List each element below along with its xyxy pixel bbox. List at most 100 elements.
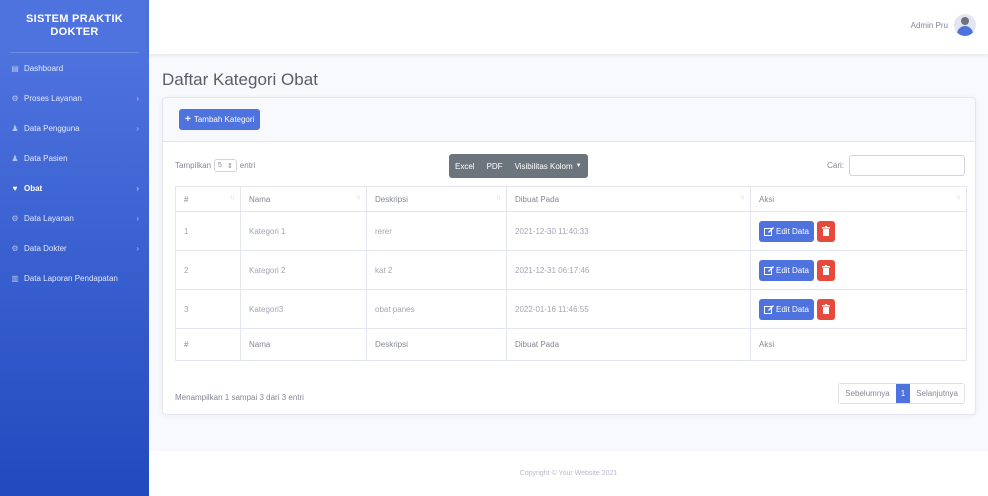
show-entries-prefix: Tampilkan	[175, 161, 212, 170]
sidebar-item-data-laporan-pendapatan[interactable]: ▥ Data Laporan Pendapatan	[0, 263, 149, 293]
row-actions: Edit Data	[759, 259, 958, 281]
table-row: 2 Kategori 2 kat 2 2021-12-31 06:17:46 Edit …	[175, 250, 967, 290]
edit-data-label: Edit Data	[776, 226, 809, 236]
chevron-right-icon: ›	[136, 243, 139, 253]
user-name: Admin Pru	[910, 20, 948, 30]
avatar[interactable]	[954, 14, 976, 36]
sort-icon: ↑↓	[230, 195, 235, 201]
trash-icon	[821, 304, 830, 314]
sort-icon: ↑↓	[356, 195, 361, 201]
brand-line-2: DOKTER	[50, 26, 99, 38]
sidebar-item-label: Proses Layanan	[24, 93, 82, 103]
row-actions: Edit Data	[759, 298, 958, 320]
cell-aksi: Edit Data	[750, 250, 967, 290]
chevron-right-icon: ›	[136, 123, 139, 133]
column-header-aksi[interactable]: Aksi ↑↓	[750, 186, 967, 212]
delete-button[interactable]	[816, 298, 835, 320]
edit-data-button[interactable]: Edit Data	[759, 220, 814, 242]
sidebar-brand[interactable]: SISTEM PRAKTIK DOKTER	[0, 0, 149, 52]
table-info: Menampilkan 1 sampai 3 dari 3 entri	[175, 393, 304, 402]
sidebar-item-proses-layanan[interactable]: ⚙ Proses Layanan ›	[0, 83, 149, 113]
sidebar-item-label: Data Laporan Pendapatan	[24, 273, 118, 283]
gear-icon: ⚙	[11, 213, 19, 223]
table-row: 1 Kategori 1 rerer 2021-12-30 11:40:33 Edit …	[175, 211, 967, 251]
category-card: + Tambah Kategori Tampilkan 5 ⇕ entri Ex…	[162, 97, 976, 415]
excel-button[interactable]: Excel	[449, 154, 481, 178]
table-controls: Tampilkan 5 ⇕ entri Excel PDF Visibilita…	[175, 154, 965, 178]
delete-button[interactable]	[816, 259, 835, 281]
table-footer-row: # Nama Deskripsi Dibuat Pada Aksi	[175, 328, 967, 361]
chevron-right-icon: ›	[136, 213, 139, 223]
pdf-button[interactable]: PDF	[481, 154, 509, 178]
pagination: Sebelumnya 1 Selanjutnya	[838, 383, 965, 404]
sidebar-nav: ▤ Dashboard ⚙ Proses Layanan › ♟ Data Pengguna…	[0, 53, 149, 293]
sidebar-item-data-dokter[interactable]: ⚙ Data Dokter ›	[0, 233, 149, 263]
sort-icon: ⇕	[226, 162, 233, 170]
brand-line-1: SISTEM PRAKTIK	[25, 13, 124, 25]
caret-down-icon: ▼	[575, 163, 582, 169]
topbar: Admin Pru	[149, 0, 988, 54]
delete-button[interactable]	[816, 220, 835, 242]
pagination-next[interactable]: Selanjutnya	[910, 384, 964, 403]
user-icon: ♟	[11, 153, 19, 163]
trash-icon	[821, 226, 830, 236]
table-row: 3 Kategori3 obat panes 2022-01-16 11:46:55 E…	[175, 289, 967, 329]
sidebar-item-dashboard[interactable]: ▤ Dashboard	[0, 53, 149, 83]
chevron-right-icon: ›	[136, 93, 139, 103]
page-title: Daftar Kategori Obat	[162, 70, 318, 89]
sidebar-item-data-pengguna[interactable]: ♟ Data Pengguna ›	[0, 113, 149, 143]
table-header-row: # ↑↓ Nama ↑↓ Deskripsi ↑↓ Dibuat Pada ↑↓ Aks…	[175, 186, 967, 212]
cell-nama: Kategori 2	[240, 250, 367, 290]
cell-nama: Kategori 1	[240, 211, 367, 251]
sidebar-item-label: Obat	[24, 183, 43, 193]
column-header-nama[interactable]: Nama ↑↓	[240, 186, 367, 212]
cell-number: 2	[175, 250, 241, 290]
cell-nama: Kategori3	[240, 289, 367, 329]
card-header: + Tambah Kategori	[163, 98, 975, 142]
footer-header-aksi: Aksi	[750, 328, 967, 361]
user-icon: ♟	[11, 123, 19, 133]
entries-select[interactable]: 5 ⇕	[214, 159, 237, 172]
add-category-button[interactable]: + Tambah Kategori	[179, 109, 261, 130]
search-input[interactable]	[849, 155, 965, 176]
footer-header-deskripsi: Deskripsi	[366, 328, 507, 361]
column-header-number[interactable]: # ↑↓	[175, 186, 241, 212]
pagination-page-1[interactable]: 1	[895, 384, 911, 403]
sidebar-item-label: Dashboard	[24, 63, 64, 73]
sidebar-item-data-layanan[interactable]: ⚙ Data Layanan ›	[0, 203, 149, 233]
sidebar-item-data-pasien[interactable]: ♟ Data Pasien	[0, 143, 149, 173]
category-table: # ↑↓ Nama ↑↓ Deskripsi ↑↓ Dibuat Pada ↑↓ Aks…	[175, 186, 967, 361]
entries-select-value: 5	[218, 162, 222, 169]
cell-aksi: Edit Data	[750, 211, 967, 251]
cell-number: 1	[175, 211, 241, 251]
dashboard-icon: ▤	[11, 63, 19, 73]
edit-data-label: Edit Data	[776, 265, 809, 275]
pagination-previous[interactable]: Sebelumnya	[839, 384, 896, 403]
column-visibility-label: Visibilitas Kolom	[514, 161, 573, 171]
edit-data-button[interactable]: Edit Data	[759, 259, 814, 281]
footer: Copyright © Your Website 2021	[149, 451, 988, 496]
column-header-dibuat-pada[interactable]: Dibuat Pada ↑↓	[506, 186, 751, 212]
chevron-right-icon: ›	[136, 183, 139, 193]
cell-dibuat-pada: 2021-12-31 06:17:46	[506, 250, 751, 290]
column-visibility-button[interactable]: Visibilitas Kolom ▼	[509, 154, 588, 178]
column-header-deskripsi[interactable]: Deskripsi ↑↓	[366, 186, 507, 212]
cell-number: 3	[175, 289, 241, 329]
edit-icon	[764, 265, 774, 275]
sidebar-item-obat[interactable]: ♥ Obat ›	[0, 173, 149, 203]
edit-data-button[interactable]: Edit Data	[759, 298, 814, 320]
footer-header-dibuat-pada: Dibuat Pada	[506, 328, 751, 361]
table-body: 1 Kategori 1 rerer 2021-12-30 11:40:33 Edit …	[175, 211, 967, 329]
sort-icon: ↑↓	[740, 195, 745, 201]
edit-icon	[764, 304, 774, 314]
cell-deskripsi: obat panes	[366, 289, 507, 329]
heart-icon: ♥	[12, 183, 18, 193]
cell-dibuat-pada: 2021-12-30 11:40:33	[506, 211, 751, 251]
cell-aksi: Edit Data	[750, 289, 967, 329]
avatar-head	[961, 17, 969, 25]
gear-icon: ⚙	[11, 93, 19, 103]
user-menu[interactable]: Admin Pru	[911, 14, 976, 36]
gear-icon: ⚙	[11, 243, 19, 253]
sort-icon: ↑↓	[496, 195, 501, 201]
copyright-text: Copyright © Your Website 2021	[519, 470, 618, 477]
